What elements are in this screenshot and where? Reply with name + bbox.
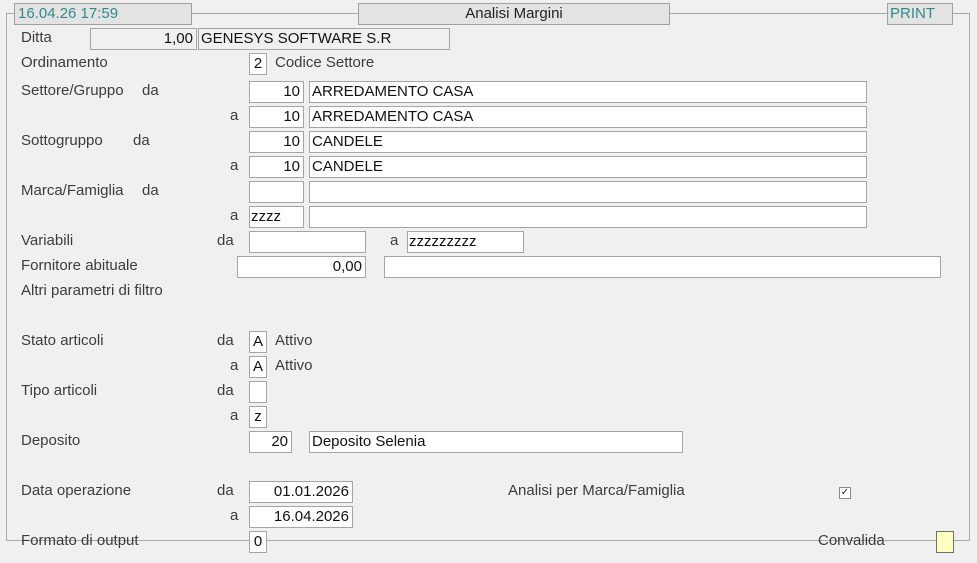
tipo-label: Tipo articoli [21,382,98,399]
variabili-label: Variabili [21,232,74,249]
stato-da-label: da [217,332,234,349]
settore-from-code[interactable]: 10 [249,81,304,103]
sottogruppo-from-desc: CANDELE [309,131,867,153]
sottogruppo-to-desc: CANDELE [309,156,867,178]
formato-field[interactable]: 0 [249,531,267,553]
sottogruppo-label: Sottogruppo [21,132,103,149]
datetime-header: 16.04.26 17:59 [14,3,192,25]
settore-to-code[interactable]: 10 [249,106,304,128]
fornitore-field[interactable]: 0,00 [237,256,366,278]
ditta-label: Ditta [21,29,52,46]
data-to-field[interactable]: 16.04.2026 [249,506,353,528]
variabili-a-label: a [390,232,399,249]
ordinamento-field[interactable]: 2 [249,53,267,75]
ordinamento-label: Ordinamento [21,54,108,71]
formato-label: Formato di output [21,532,139,549]
settore-label: Settore/Gruppo [21,82,124,99]
marca-label: Marca/Famiglia [21,182,124,199]
data-a-label: a [230,507,239,524]
fornitore-desc [384,256,941,278]
variabili-da-label: da [217,232,234,249]
tipo-to-field[interactable]: z [249,406,267,428]
marca-a-label: a [230,207,239,224]
stato-from-field[interactable]: A [249,331,267,353]
sottogruppo-from-code[interactable]: 10 [249,131,304,153]
settore-from-desc: ARREDAMENTO CASA [309,81,867,103]
data-operazione-label: Data operazione [21,482,132,499]
marca-da-label: da [142,182,159,199]
ditta-name-field: GENESYS SOFTWARE S.R [198,28,450,50]
variabili-to[interactable]: zzzzzzzzz [407,231,524,253]
tipo-a-label: a [230,407,239,424]
sottogruppo-to-code[interactable]: 10 [249,156,304,178]
analisi-marca-label: Analisi per Marca/Famiglia [508,482,685,499]
variabili-from[interactable] [249,231,366,253]
sottogruppo-a-label: a [230,157,239,174]
stato-to-field[interactable]: A [249,356,267,378]
stato-label: Stato articoli [21,332,104,349]
marca-from-code[interactable] [249,181,304,203]
settore-a-label: a [230,107,239,124]
tipo-da-label: da [217,382,234,399]
ordinamento-desc: Codice Settore [275,54,375,71]
analisi-marca-checkbox[interactable]: ✓ [839,487,851,499]
deposito-label: Deposito [21,432,81,449]
sottogruppo-da-label: da [133,132,150,149]
stato-to-desc: Attivo [275,357,313,374]
print-button[interactable]: PRINT [887,3,953,25]
settore-da-label: da [142,82,159,99]
tipo-from-field[interactable] [249,381,267,403]
window-title: Analisi Margini [358,3,670,25]
marca-to-desc [309,206,867,228]
stato-a-label: a [230,357,239,374]
stato-from-desc: Attivo [275,332,313,349]
convalida-button[interactable] [936,531,954,553]
deposito-code[interactable]: 20 [249,431,292,453]
ditta-field[interactable]: 1,00 [90,28,197,50]
altri-parametri-label: Altri parametri di filtro [21,282,163,299]
data-da-label: da [217,482,234,499]
convalida-label: Convalida [818,532,885,549]
settore-to-desc: ARREDAMENTO CASA [309,106,867,128]
marca-to-code[interactable]: zzzz [249,206,304,228]
data-from-field[interactable]: 01.01.2026 [249,481,353,503]
deposito-desc: Deposito Selenia [309,431,683,453]
marca-from-desc [309,181,867,203]
fornitore-label: Fornitore abituale [21,257,138,274]
